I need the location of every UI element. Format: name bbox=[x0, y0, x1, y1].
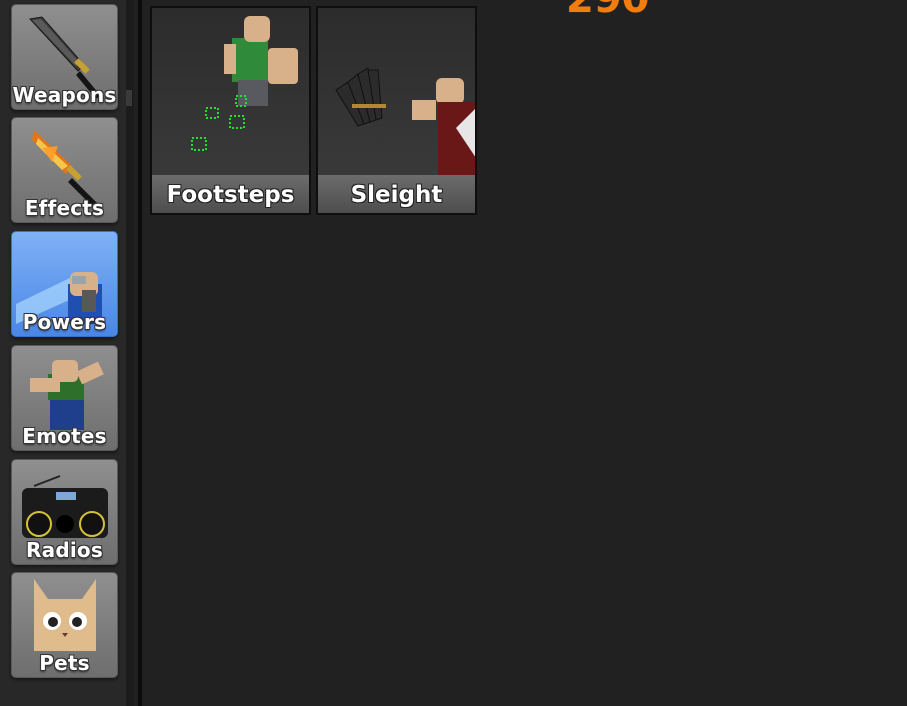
category-effects-button[interactable]: Effects bbox=[11, 117, 118, 223]
category-emotes-button[interactable]: Emotes bbox=[11, 345, 118, 451]
category-label: Powers bbox=[22, 310, 107, 334]
category-label: Radios bbox=[26, 538, 103, 562]
footsteps-character-icon bbox=[191, 16, 298, 151]
item-name: Footsteps bbox=[152, 175, 309, 213]
category-weapons-button[interactable]: Weapons bbox=[11, 4, 118, 110]
category-label: Emotes bbox=[22, 424, 107, 448]
currency-amount: 290 bbox=[566, 0, 650, 22]
category-radios-button[interactable]: Radios bbox=[11, 459, 118, 565]
item-thumbnail bbox=[318, 8, 475, 175]
power-item-footsteps[interactable]: Footsteps bbox=[150, 6, 311, 215]
category-label: Effects bbox=[24, 196, 105, 220]
category-pets-button[interactable]: Pets bbox=[11, 572, 118, 678]
item-name: Sleight bbox=[318, 175, 475, 213]
category-label: Weapons bbox=[12, 83, 117, 107]
category-powers-button[interactable]: Powers bbox=[11, 231, 118, 337]
sleight-knives-icon bbox=[335, 67, 475, 175]
category-label: Pets bbox=[39, 651, 90, 675]
sidebar-divider bbox=[138, 0, 142, 706]
power-item-sleight[interactable]: Sleight bbox=[316, 6, 477, 215]
sidebar-scrollbar-thumb[interactable] bbox=[126, 90, 132, 106]
item-thumbnail bbox=[152, 8, 309, 175]
